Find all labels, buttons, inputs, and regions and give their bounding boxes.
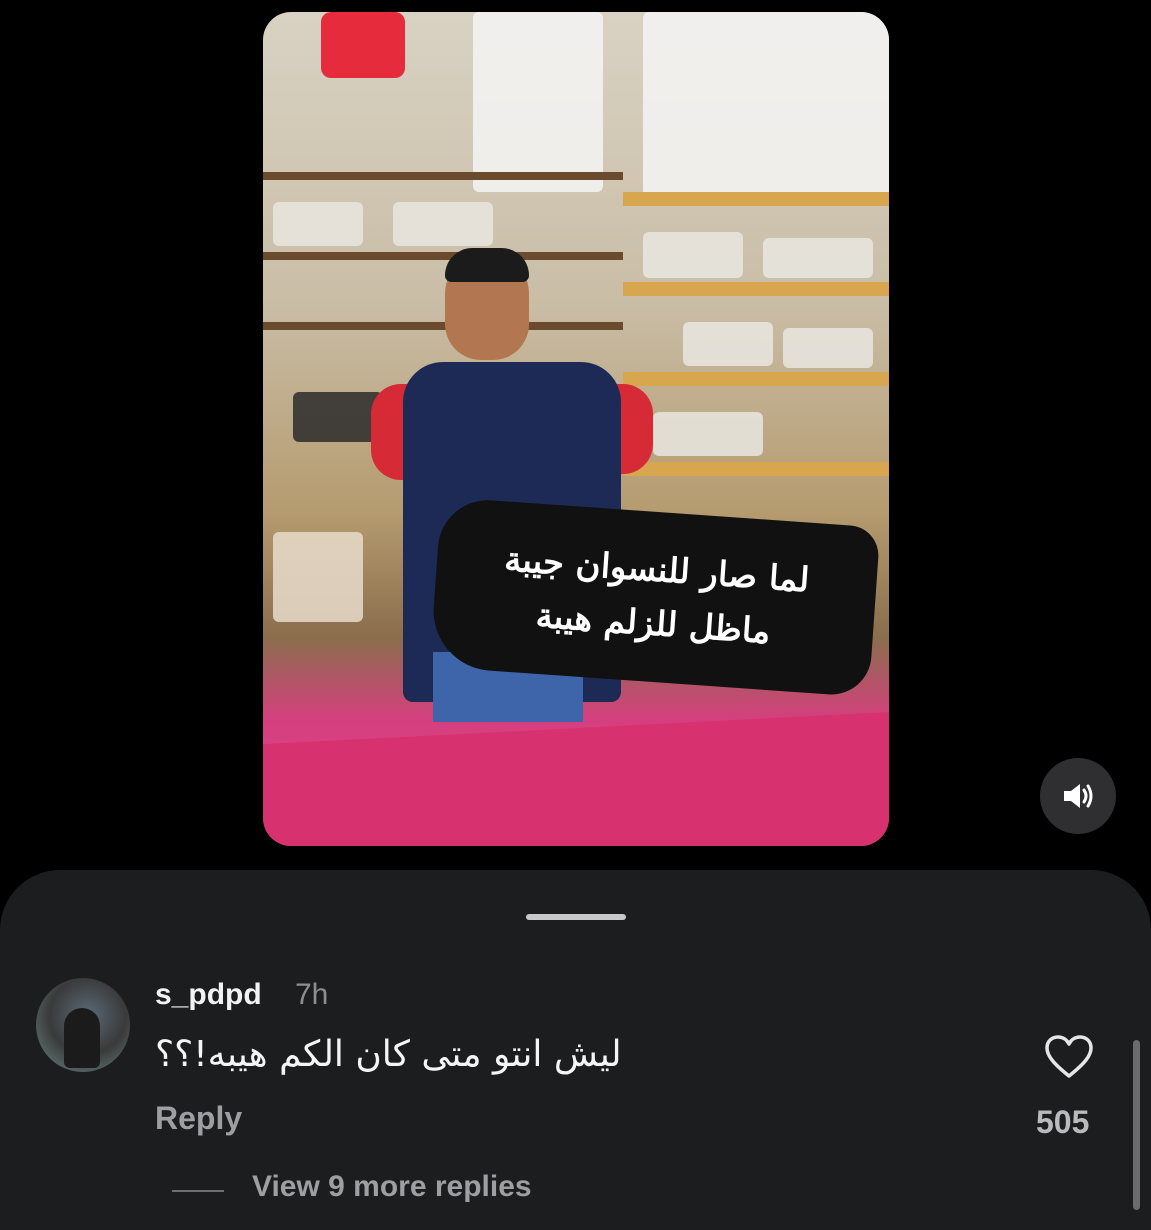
shelf xyxy=(263,322,623,330)
speaker-volume-icon xyxy=(1064,784,1093,808)
video-player[interactable]: لما صار للنسوان جيبة ماظل للزلم هيبة xyxy=(263,12,889,846)
shelf-item xyxy=(763,238,873,278)
plastic-bag-image xyxy=(643,12,889,202)
pink-table xyxy=(263,712,889,846)
shelf-item xyxy=(783,328,873,368)
plastic-bag-image xyxy=(473,12,603,192)
shelf xyxy=(623,192,889,206)
shelf-item xyxy=(293,392,383,442)
shelf xyxy=(623,282,889,296)
shelf xyxy=(623,372,889,386)
sound-toggle-button[interactable] xyxy=(1040,758,1116,834)
view-more-replies-button[interactable]: View 9 more replies xyxy=(252,1170,532,1204)
gas-can-image xyxy=(321,12,405,78)
seat-text-line-2: ماظل للزلم هيبة xyxy=(534,595,772,653)
shelf-item xyxy=(393,202,493,246)
shelf-item xyxy=(643,232,743,278)
sheet-drag-handle[interactable] xyxy=(526,914,626,920)
seat-text-line-1: لما صار للنسوان جيبة xyxy=(503,539,811,601)
shelf xyxy=(623,462,889,476)
comment-text: ليش انتو متى كان الكم هيبه!؟؟ xyxy=(155,1034,622,1075)
like-count: 505 xyxy=(1036,1104,1090,1140)
avatar-figure xyxy=(64,1008,100,1068)
shelf xyxy=(263,172,623,180)
comment-timestamp: 7h xyxy=(295,978,329,1011)
shelf xyxy=(263,252,623,260)
heart-outline-icon[interactable] xyxy=(1044,1034,1094,1080)
scrollbar[interactable] xyxy=(1133,1040,1140,1210)
shelf-item xyxy=(683,322,773,366)
divider-line xyxy=(172,1190,224,1192)
avatar[interactable] xyxy=(36,978,130,1072)
shelf-item xyxy=(653,412,763,456)
motorcycle-seat: لما صار للنسوان جيبة ماظل للزلم هيبة xyxy=(429,496,881,698)
person-hair xyxy=(445,248,529,282)
comment-username[interactable]: s_pdpd xyxy=(155,978,262,1012)
reply-button[interactable]: Reply xyxy=(155,1100,242,1137)
comments-sheet: s_pdpd 7h ليش انتو متى كان الكم هيبه!؟؟ … xyxy=(0,870,1151,1230)
shelf-item xyxy=(273,202,363,246)
shelf-item xyxy=(273,532,363,622)
